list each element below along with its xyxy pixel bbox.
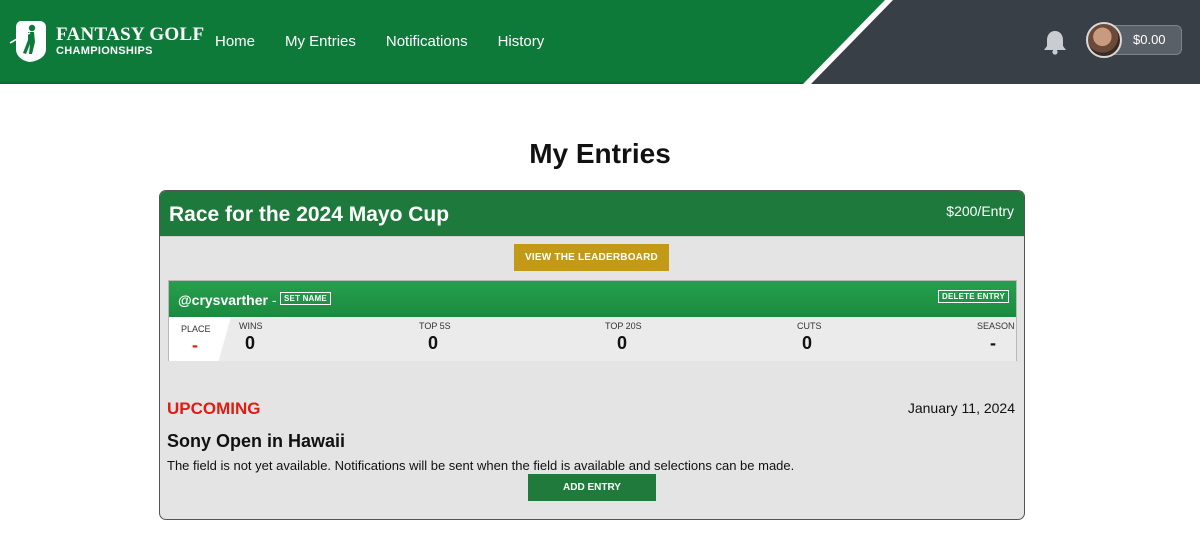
nav-my-entries[interactable]: My Entries xyxy=(285,33,356,50)
stat-label-wins: WINS xyxy=(239,321,263,331)
stat-value-place: - xyxy=(192,335,198,355)
stat-label-season: SEASON xyxy=(977,321,1015,331)
entry-panel: @crysvarther - SET NAME DELETE ENTRY PLA… xyxy=(168,280,1017,361)
stat-value-cuts: 0 xyxy=(802,333,813,353)
stat-label-place: PLACE xyxy=(181,324,211,334)
event-name: Sony Open in Hawaii xyxy=(167,431,346,451)
delete-entry-button[interactable]: DELETE ENTRY xyxy=(938,290,1009,303)
entry-username: @crysvarther xyxy=(178,292,268,308)
stat-label-top20s: TOP 20S xyxy=(605,321,642,331)
stat-value-top5s: 0 xyxy=(428,333,439,353)
logo-title: FANTASY GOLF xyxy=(56,24,205,45)
contest-title: Race for the 2024 Mayo Cup xyxy=(169,203,450,226)
entry-stats: PLACE - WINS 0 TOP 5S 0 TOP 20S 0 CUTS 0… xyxy=(169,317,1016,361)
view-leaderboard-button[interactable]: VIEW THE LEADERBOARD xyxy=(514,244,669,271)
page-title: My Entries xyxy=(529,138,671,169)
main-nav: Home My Entries Notifications History xyxy=(215,33,544,50)
nav-home[interactable]: Home xyxy=(215,33,255,50)
stat-value-season: - xyxy=(990,333,996,353)
event-date: January 11, 2024 xyxy=(907,400,1015,416)
contest-card: Race for the 2024 Mayo Cup $200/Entry VI… xyxy=(159,190,1025,520)
status-badge: UPCOMING xyxy=(167,399,261,418)
golfer-icon xyxy=(8,19,48,63)
stat-label-cuts: CUTS xyxy=(797,321,822,331)
contest-header: Race for the 2024 Mayo Cup $200/Entry xyxy=(160,191,1024,237)
account-wallet[interactable]: $0.00 xyxy=(1086,22,1182,58)
stat-value-top20s: 0 xyxy=(617,333,628,353)
entry-separator: - xyxy=(271,292,277,308)
entry-header: @crysvarther - SET NAME DELETE ENTRY xyxy=(169,281,1016,317)
top-navbar: FANTASY GOLF CHAMPIONSHIPS Home My Entri… xyxy=(0,0,1200,84)
logo-subtitle: CHAMPIONSHIPS xyxy=(56,45,153,57)
event-note: The field is not yet available. Notifica… xyxy=(167,458,795,473)
site-logo[interactable]: FANTASY GOLF CHAMPIONSHIPS xyxy=(8,18,204,64)
stat-value-wins: 0 xyxy=(245,333,256,353)
set-name-button[interactable]: SET NAME xyxy=(280,292,331,305)
avatar[interactable] xyxy=(1086,22,1122,58)
entry-price: $200/Entry xyxy=(946,203,1014,219)
stat-label-top5s: TOP 5S xyxy=(419,321,451,331)
bell-icon[interactable] xyxy=(1043,29,1067,55)
nav-notifications[interactable]: Notifications xyxy=(386,33,468,50)
add-entry-button[interactable]: ADD ENTRY xyxy=(528,474,656,501)
nav-history[interactable]: History xyxy=(498,33,545,50)
